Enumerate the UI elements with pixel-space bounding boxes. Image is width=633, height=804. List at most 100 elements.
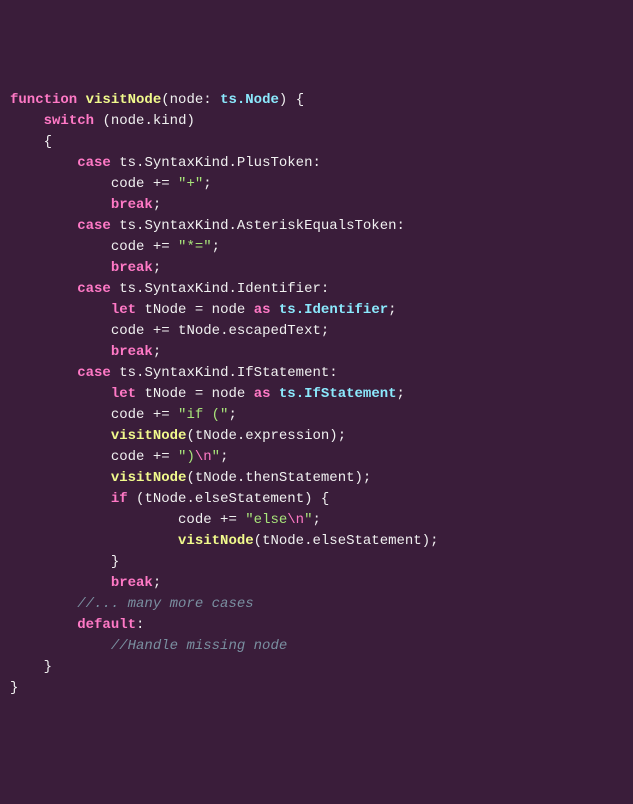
- code-token-plain: [77, 92, 85, 108]
- code-token-kw: case: [77, 281, 111, 297]
- code-token-plain: [10, 428, 111, 444]
- code-token-kw: break: [111, 260, 153, 276]
- code-token-punc: =: [195, 302, 212, 318]
- code-token-plain: [10, 470, 111, 486]
- code-token-punc: ;: [153, 197, 161, 213]
- code-token-punc: (: [161, 92, 169, 108]
- code-token-type: ts.IfStatement: [279, 386, 397, 402]
- code-token-str: ": [212, 449, 220, 465]
- code-token-plain: SyntaxKind: [144, 365, 228, 381]
- code-token-plain: AsteriskEqualsToken: [237, 218, 397, 234]
- code-token-comment: //Handle missing node: [111, 638, 287, 654]
- code-token-punc: :: [136, 617, 144, 633]
- code-token-punc: ;: [220, 449, 228, 465]
- code-token-plain: [10, 596, 77, 612]
- code-token-plain: tNode: [195, 428, 237, 444]
- code-token-kw: let: [111, 302, 136, 318]
- code-token-punc: ;: [153, 260, 161, 276]
- code-token-str: "*=": [178, 239, 212, 255]
- code-token-plain: node: [111, 113, 145, 129]
- code-token-plain: node: [212, 386, 254, 402]
- code-token-plain: elseStatement: [195, 491, 304, 507]
- code-token-punc: }: [10, 680, 18, 696]
- code-token-type: ts.Identifier: [279, 302, 388, 318]
- code-token-str: ": [304, 512, 312, 528]
- code-token-punc: .: [144, 113, 152, 129]
- code-token-punc: .: [228, 281, 236, 297]
- code-token-plain: [271, 386, 279, 402]
- code-token-fn: visitNode: [86, 92, 162, 108]
- code-token-punc: {: [44, 134, 52, 150]
- code-token-plain: [10, 554, 111, 570]
- code-token-plain: code: [10, 323, 153, 339]
- code-token-plain: code: [10, 449, 153, 465]
- code-token-str: "if (": [178, 407, 228, 423]
- code-token-plain: expression: [245, 428, 329, 444]
- code-token-punc: =: [195, 386, 212, 402]
- code-token-punc: (: [186, 428, 194, 444]
- code-token-plain: SyntaxKind: [144, 155, 228, 171]
- code-token-plain: [10, 533, 178, 549]
- code-token-plain: code: [10, 407, 153, 423]
- code-token-plain: ts: [111, 281, 136, 297]
- code-token-punc: .: [228, 365, 236, 381]
- code-token-punc: :: [329, 365, 337, 381]
- code-token-punc: );: [355, 470, 372, 486]
- code-token-plain: [10, 491, 111, 507]
- code-token-kw: break: [111, 344, 153, 360]
- code-token-punc: ): [186, 113, 194, 129]
- code-token-punc: (: [186, 470, 194, 486]
- code-token-punc: .: [186, 491, 194, 507]
- code-token-plain: [10, 302, 111, 318]
- code-token-plain: [271, 302, 279, 318]
- code-token-punc: :: [313, 155, 321, 171]
- code-token-fn: visitNode: [111, 470, 187, 486]
- code-token-plain: SyntaxKind: [144, 281, 228, 297]
- code-token-plain: [10, 617, 77, 633]
- code-token-plain: code: [10, 239, 153, 255]
- code-token-comment: //... many more cases: [77, 596, 253, 612]
- code-token-esc: \n: [195, 449, 212, 465]
- code-token-fn: visitNode: [178, 533, 254, 549]
- code-token-punc: +=: [153, 239, 178, 255]
- code-token-kw: as: [254, 386, 271, 402]
- code-token-plain: tNode: [195, 470, 237, 486]
- code-token-plain: [10, 281, 77, 297]
- code-token-punc: (: [254, 533, 262, 549]
- code-token-plain: [10, 659, 44, 675]
- code-token-plain: kind: [153, 113, 187, 129]
- code-token-punc: (: [102, 113, 110, 129]
- code-token-type: ts.Node: [220, 92, 279, 108]
- code-token-esc: \n: [287, 512, 304, 528]
- code-token-plain: [10, 386, 111, 402]
- code-token-fn: visitNode: [111, 428, 187, 444]
- code-token-plain: Identifier: [237, 281, 321, 297]
- code-token-plain: [10, 365, 77, 381]
- code-token-plain: [128, 491, 136, 507]
- code-token-punc: +=: [153, 323, 178, 339]
- code-token-plain: tNode: [136, 302, 195, 318]
- code-token-plain: tNode: [136, 386, 195, 402]
- code-token-str: "+": [178, 176, 203, 192]
- code-token-kw: let: [111, 386, 136, 402]
- code-token-plain: node: [212, 302, 254, 318]
- code-token-punc: ;: [212, 239, 220, 255]
- code-token-plain: [10, 344, 111, 360]
- code-token-plain: [10, 218, 77, 234]
- code-token-kw: function: [10, 92, 77, 108]
- code-token-plain: tNode: [144, 491, 186, 507]
- code-token-punc: ) {: [304, 491, 329, 507]
- code-token-punc: }: [111, 554, 119, 570]
- code-token-plain: escapedText: [228, 323, 320, 339]
- code-token-kw: case: [77, 155, 111, 171]
- code-token-plain: [10, 155, 77, 171]
- code-token-plain: ts: [111, 155, 136, 171]
- code-token-punc: ;: [397, 386, 405, 402]
- code-token-plain: thenStatement: [245, 470, 354, 486]
- code-token-kw: break: [111, 575, 153, 591]
- code-token-punc: ;: [228, 407, 236, 423]
- code-token-punc: );: [329, 428, 346, 444]
- code-token-plain: [10, 113, 44, 129]
- code-token-plain: code: [10, 176, 153, 192]
- code-token-plain: [10, 638, 111, 654]
